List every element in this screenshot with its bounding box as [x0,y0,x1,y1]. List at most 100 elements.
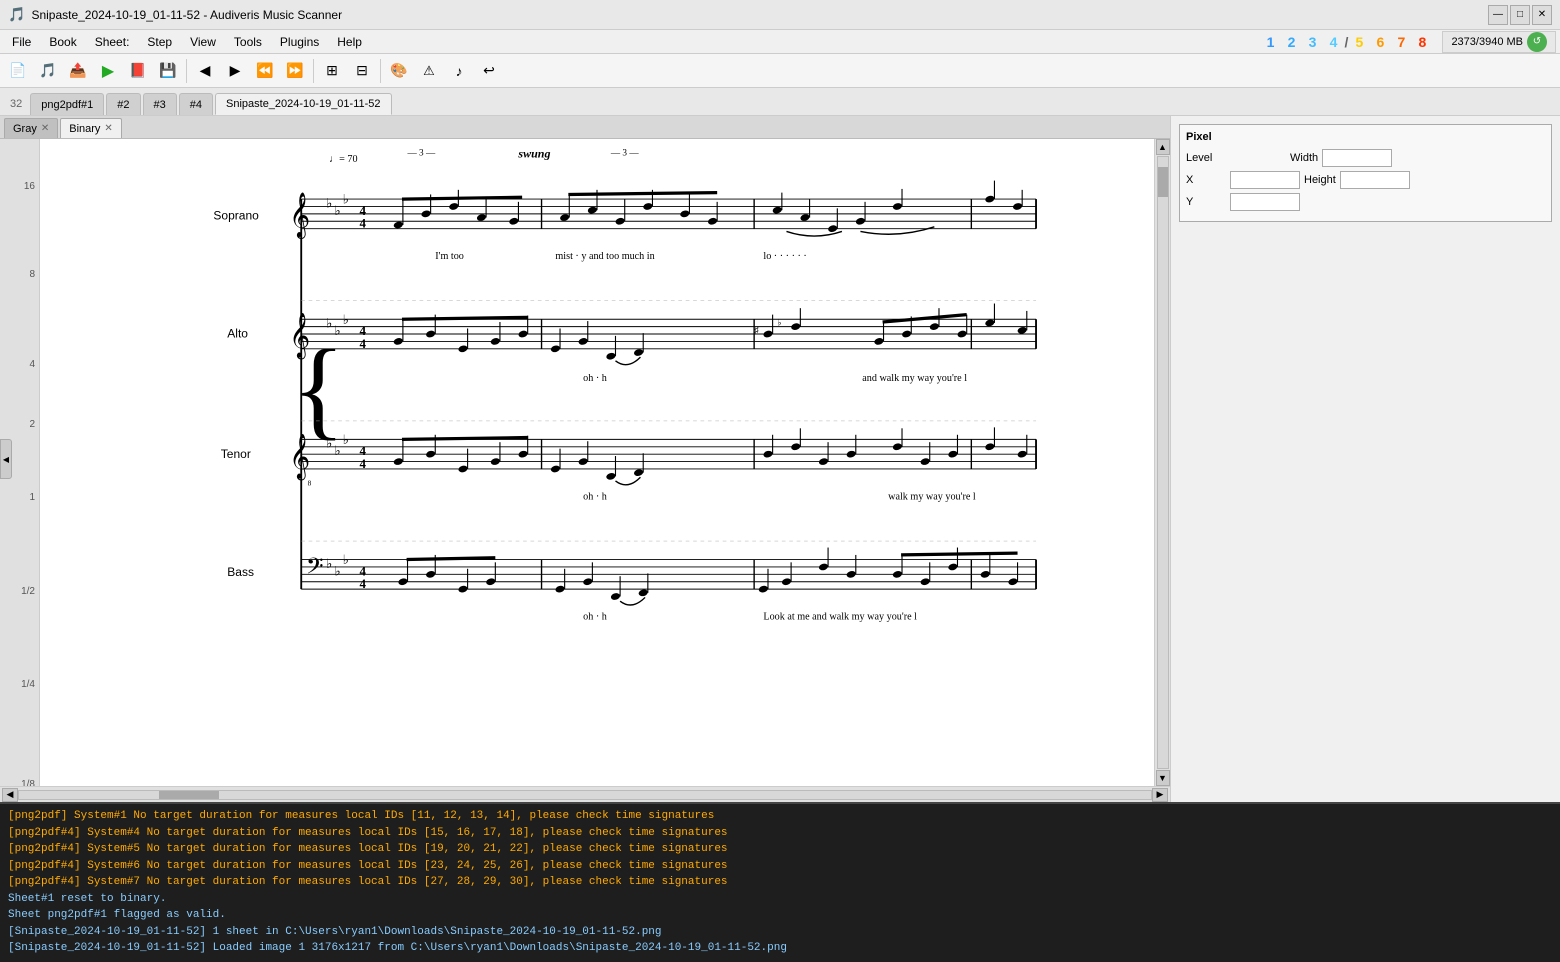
menu-help[interactable]: Help [329,30,370,54]
memory-indicator: 2373/3940 MB ↺ [1442,31,1556,53]
next-button[interactable]: ▶ [221,57,249,85]
svg-text:4: 4 [359,216,366,231]
color-button[interactable]: 🎨 [385,57,413,85]
fit-width-button[interactable]: ⊞ [318,57,346,85]
new-button[interactable]: 📄 [4,57,32,85]
file-tabs-bar: 32 png2pdf#1 #2 #3 #4 Snipaste_2024-10-1… [0,88,1560,116]
x-input[interactable] [1230,171,1300,189]
separator-2 [313,59,314,83]
svg-text:♭: ♭ [343,192,349,207]
width-input[interactable] [1322,149,1392,167]
forward-button[interactable]: ⏩ [281,57,309,85]
book-button[interactable]: 📕 [124,57,152,85]
toolbar: 📄 🎵 📤 ▶ 📕 💾 ◀ ▶ ⏪ ⏩ ⊞ ⊟ 🎨 ⚠ ♪ ↩ [0,54,1560,88]
scroll-down-arrow[interactable]: ▼ [1156,770,1170,786]
fit-height-button[interactable]: ⊟ [348,57,376,85]
svg-text:lo · · · · · ·: lo · · · · · · [763,251,806,262]
scroll-track[interactable] [1157,156,1169,769]
svg-text:♭: ♭ [343,552,349,567]
score-view: Gray ✕ Binary ✕ 16 8 4 2 1 1/2 1/4 1/8 [0,116,1170,802]
scroll-left-arrow[interactable]: ◀ [2,788,18,802]
scroll-thumb[interactable] [1158,167,1168,197]
play-button[interactable]: ▶ [94,57,122,85]
step-6[interactable]: 6 [1370,32,1390,52]
step-7[interactable]: 7 [1391,32,1411,52]
tab-3[interactable]: #3 [143,93,177,115]
close-button[interactable]: ✕ [1532,5,1552,25]
menu-plugins[interactable]: Plugins [272,30,327,54]
menu-book[interactable]: Book [41,30,84,54]
step-4[interactable]: 4 [1324,32,1344,52]
menu-tools[interactable]: Tools [226,30,270,54]
width-label: Width [1290,152,1318,164]
xy-row: X Height [1186,171,1545,189]
h-scroll-track[interactable] [18,790,1152,800]
step-2[interactable]: 2 [1282,32,1302,52]
undo-button[interactable]: ↩ [475,57,503,85]
scroll-up-arrow[interactable]: ▲ [1156,139,1170,155]
svg-text:4: 4 [359,456,366,471]
tab-4[interactable]: #4 [179,93,213,115]
menu-view[interactable]: View [182,30,224,54]
svg-text:4: 4 [359,576,366,591]
scale-mark-16: 16 [24,181,35,192]
log-line: [Snipaste_2024-10-19_01-11-52] Loaded im… [8,940,1552,957]
scale-mark-2: 2 [29,419,35,430]
back-button[interactable]: ⏪ [251,57,279,85]
page-number: 32 [4,93,28,115]
refresh-button[interactable]: ↺ [1527,32,1547,52]
log-panel[interactable]: [png2pdf] System#1 No target duration fo… [0,802,1560,962]
warning-button[interactable]: ⚠ [415,57,443,85]
minimize-button[interactable]: — [1488,5,1508,25]
scroll-right-arrow[interactable]: ▶ [1152,788,1168,802]
binary-tab-close[interactable]: ✕ [104,123,112,134]
tab-snipaste[interactable]: Snipaste_2024-10-19_01-11-52 [215,93,392,115]
tab-gray[interactable]: Gray ✕ [4,118,58,138]
y-input[interactable] [1230,193,1300,211]
svg-text:swung: swung [517,146,550,160]
note-button[interactable]: ♪ [445,57,473,85]
h-scroll-thumb[interactable] [159,791,219,799]
separator-3 [380,59,381,83]
right-panel: Pixel Level Width X Height Y [1170,116,1560,802]
title-bar-controls[interactable]: — □ ✕ [1488,5,1552,25]
svg-text:— 3 —: — 3 — [407,148,436,158]
left-collapse-button[interactable]: ◀ [0,439,12,479]
tab-label: #3 [154,99,166,111]
tab-label: png2pdf#1 [41,99,93,111]
menu-file[interactable]: File [4,30,39,54]
step-3[interactable]: 3 [1303,32,1323,52]
svg-text:Soprano: Soprano [213,208,259,222]
score-image[interactable]: ♩= 70 swung — 3 — — 3 — 𝄞 [40,139,1154,786]
export-button[interactable]: 📤 [64,57,92,85]
svg-text:and walk my way you're l: and walk my way you're l [862,373,967,384]
height-label: Height [1304,174,1336,186]
step-8[interactable]: 8 [1412,32,1432,52]
menu-step[interactable]: Step [139,30,180,54]
prev-button[interactable]: ◀ [191,57,219,85]
step-1[interactable]: 1 [1261,32,1281,52]
gray-tab-close[interactable]: ✕ [41,123,49,134]
x-label: X [1186,174,1226,186]
svg-text:I'm too: I'm too [435,251,464,262]
menu-sheet[interactable]: Sheet: [87,30,138,54]
tab-2[interactable]: #2 [106,93,140,115]
svg-text:♭: ♭ [326,556,332,571]
level-label: Level [1186,152,1226,164]
step-5[interactable]: 5 [1349,32,1369,52]
tab-binary[interactable]: Binary ✕ [60,118,122,138]
vertical-scrollbar[interactable]: ▲ ▼ [1154,139,1170,786]
open-music-button[interactable]: 🎵 [34,57,62,85]
gray-tab-label: Gray [13,123,37,135]
svg-text:♭: ♭ [335,203,341,218]
svg-text:♭: ♭ [326,195,332,210]
y-row: Y [1186,193,1545,211]
save-button[interactable]: 💾 [154,57,182,85]
horizontal-scrollbar[interactable]: ◀ ▶ [0,786,1170,802]
step-separator: / [1345,34,1349,50]
scale-mark-quarter: 1/4 [21,679,35,690]
maximize-button[interactable]: □ [1510,5,1530,25]
svg-text:♭: ♭ [343,312,349,327]
height-input[interactable] [1340,171,1410,189]
tab-png2pdf1[interactable]: png2pdf#1 [30,93,104,115]
